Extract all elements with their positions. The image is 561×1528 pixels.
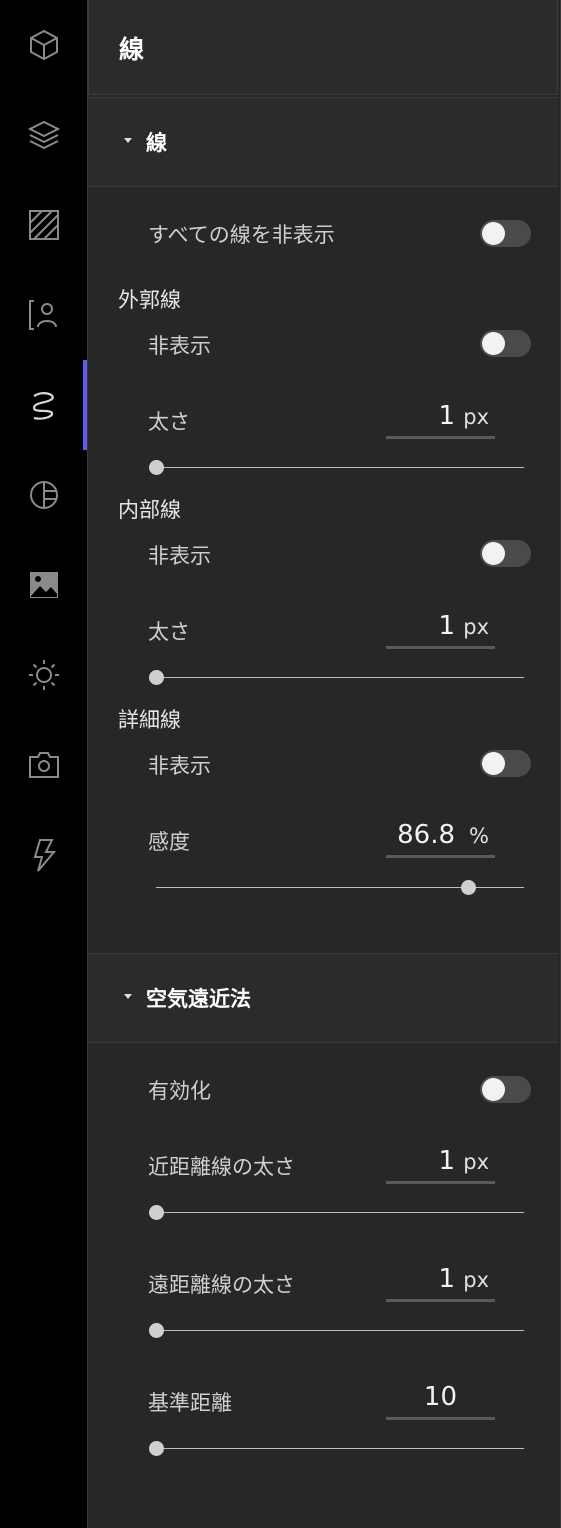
base-distance-slider[interactable] <box>148 1441 524 1457</box>
aerial-enable-toggle[interactable] <box>480 1076 531 1103</box>
rail-item-effect[interactable] <box>0 810 87 900</box>
slider-track <box>156 467 524 468</box>
field-underline <box>386 436 495 439</box>
rail-item-3d[interactable] <box>0 0 87 90</box>
rail-item-texture[interactable] <box>0 180 87 270</box>
slider-thumb[interactable] <box>149 670 164 685</box>
toggle-knob <box>482 542 505 565</box>
outline-width-label: 太さ <box>148 410 190 434</box>
rail-item-lines[interactable] <box>0 360 87 450</box>
slider-thumb[interactable] <box>149 1441 164 1456</box>
properties-panel: 線 線 すべての線を非表示 外郭線 非表示 太さ 1 px 内部線 非表示 太さ… <box>87 0 561 1528</box>
rail-item-camera[interactable] <box>0 720 87 810</box>
inner-width-value: 1 <box>438 611 455 641</box>
near-width-field[interactable]: 1 px <box>386 1146 495 1184</box>
slider-track <box>156 1212 524 1213</box>
near-width-label: 近距離線の太さ <box>148 1155 295 1179</box>
outline-width-field[interactable]: 1 px <box>386 401 495 439</box>
slider-thumb[interactable] <box>149 1323 164 1338</box>
aerial-enable-label: 有効化 <box>148 1079 211 1103</box>
far-width-slider[interactable] <box>148 1323 524 1339</box>
outline-hide-label: 非表示 <box>148 334 211 358</box>
slider-thumb[interactable] <box>149 460 164 475</box>
base-distance-field[interactable]: 10 <box>386 1382 495 1420</box>
panel-header: 線 <box>88 0 558 95</box>
toggle-knob <box>482 332 505 355</box>
section-lines-title: 線 <box>146 131 167 155</box>
outline-group-title: 外郭線 <box>118 288 181 312</box>
caret-down-icon <box>124 138 132 143</box>
detail-sensitivity-field[interactable]: 86.8 % <box>386 820 495 858</box>
inner-hide-label: 非表示 <box>148 544 211 568</box>
detail-sensitivity-unit: % <box>469 824 489 848</box>
tool-rail <box>0 0 87 1528</box>
inner-hide-toggle[interactable] <box>480 540 531 567</box>
section-lines-header[interactable]: 線 <box>88 97 558 187</box>
detail-sensitivity-value: 86.8 <box>397 820 455 850</box>
slider-thumb[interactable] <box>461 880 477 895</box>
toggle-knob <box>482 1078 505 1101</box>
far-width-value: 1 <box>438 1264 455 1294</box>
outline-width-slider[interactable] <box>148 460 524 476</box>
slider-thumb[interactable] <box>149 1205 164 1220</box>
cube-icon <box>29 29 58 61</box>
section-aerial-title: 空気遠近法 <box>146 987 251 1011</box>
field-underline <box>386 646 495 649</box>
rail-item-light[interactable] <box>0 630 87 720</box>
outline-width-value: 1 <box>438 401 455 431</box>
slider-track <box>156 1330 524 1331</box>
base-distance-value: 10 <box>423 1382 457 1412</box>
inner-width-field[interactable]: 1 px <box>386 611 495 649</box>
far-width-unit: px <box>463 1268 489 1292</box>
near-width-slider[interactable] <box>148 1205 524 1221</box>
light-icon <box>28 660 59 690</box>
character-icon <box>28 300 57 330</box>
tone-icon <box>29 481 58 509</box>
field-underline <box>386 1417 495 1420</box>
slider-track <box>156 677 524 678</box>
detail-sensitivity-label: 感度 <box>148 830 190 854</box>
toggle-knob <box>482 222 505 245</box>
detail-hide-label: 非表示 <box>148 754 211 778</box>
detail-group-title: 詳細線 <box>118 708 181 732</box>
image-icon <box>29 572 58 598</box>
hide-all-lines-label: すべての線を非表示 <box>148 223 335 247</box>
section-aerial-header[interactable]: 空気遠近法 <box>88 953 558 1043</box>
effect-icon <box>33 839 56 872</box>
rail-item-tone[interactable] <box>0 450 87 540</box>
rail-item-layers[interactable] <box>0 90 87 180</box>
field-underline <box>386 1181 495 1184</box>
inner-width-unit: px <box>463 615 489 639</box>
detail-hide-toggle[interactable] <box>480 750 531 777</box>
inner-group-title: 内部線 <box>118 498 181 522</box>
detail-sensitivity-slider[interactable] <box>148 880 524 896</box>
hide-all-lines-toggle[interactable] <box>480 220 531 247</box>
inner-width-label: 太さ <box>148 620 190 644</box>
panel-title: 線 <box>119 35 145 64</box>
near-width-unit: px <box>463 1150 489 1174</box>
layers-icon <box>27 120 60 150</box>
camera-icon <box>28 752 59 778</box>
line-icon <box>32 392 54 420</box>
rail-item-character[interactable] <box>0 270 87 360</box>
slider-track <box>156 1448 524 1449</box>
inner-width-slider[interactable] <box>148 670 524 686</box>
field-underline <box>386 1299 495 1302</box>
near-width-value: 1 <box>438 1146 455 1176</box>
outline-width-unit: px <box>463 405 489 429</box>
base-distance-label: 基準距離 <box>148 1391 232 1415</box>
toggle-knob <box>482 752 505 775</box>
texture-icon <box>28 210 59 240</box>
outline-hide-toggle[interactable] <box>480 330 531 357</box>
caret-down-icon <box>124 994 132 999</box>
far-width-field[interactable]: 1 px <box>386 1264 495 1302</box>
rail-item-image[interactable] <box>0 540 87 630</box>
far-width-label: 遠距離線の太さ <box>148 1273 295 1297</box>
field-underline <box>386 855 495 858</box>
